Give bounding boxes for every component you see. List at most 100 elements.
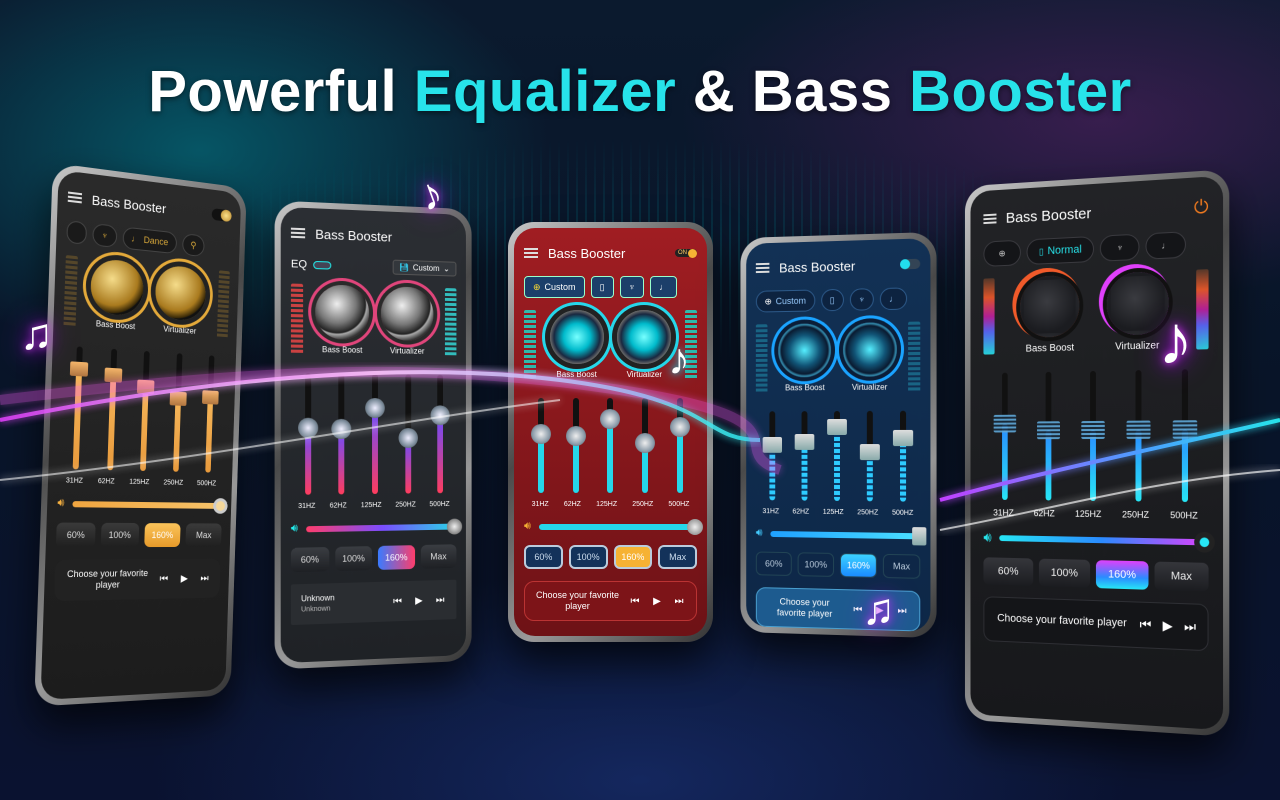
amp-button-100[interactable]: 100% <box>334 546 373 572</box>
eq-band-slider[interactable] <box>565 398 586 493</box>
eq-band-slider[interactable] <box>398 374 418 494</box>
power-toggle[interactable]: ON <box>675 249 697 258</box>
eq-band-slider[interactable] <box>331 373 352 495</box>
volume-thumb[interactable] <box>446 518 463 535</box>
slider-thumb[interactable] <box>1081 420 1105 439</box>
slider-track[interactable] <box>1081 370 1105 502</box>
eq-band-slider[interactable] <box>430 374 450 494</box>
slider-thumb[interactable] <box>893 429 914 447</box>
amp-button-max[interactable]: Max <box>420 544 457 569</box>
slider-thumb[interactable] <box>762 437 782 454</box>
player-bar[interactable]: Choose your favorite player ⏮︎ ▶︎ ⏭︎ <box>983 596 1209 652</box>
slider-track[interactable] <box>1172 369 1198 503</box>
preset-add[interactable]: ⊕ <box>983 239 1021 267</box>
power-icon[interactable]: ⏻ <box>1194 196 1209 218</box>
eq-band-slider[interactable] <box>135 350 156 472</box>
volume-thumb[interactable] <box>212 497 228 514</box>
eq-band-slider[interactable] <box>531 398 552 493</box>
preset-harp[interactable]: ♆ <box>849 288 875 311</box>
slider-thumb[interactable] <box>297 417 319 439</box>
slider-track[interactable] <box>893 410 914 502</box>
volume-thumb[interactable] <box>1194 531 1215 553</box>
previous-icon[interactable]: ⏮︎ <box>1138 617 1152 634</box>
amp-button-160[interactable]: 160% <box>377 545 415 570</box>
slider-track[interactable] <box>600 398 621 493</box>
preset-speaker[interactable]: ▯ <box>590 276 614 298</box>
volume-slider[interactable] <box>770 526 927 546</box>
bass-boost-knob[interactable] <box>1020 274 1080 339</box>
eq-band-slider[interactable] <box>635 398 656 493</box>
preset-dance[interactable]: ♩ Dance <box>122 226 177 255</box>
amp-button-60[interactable]: 60% <box>983 557 1034 587</box>
menu-icon[interactable] <box>983 213 997 225</box>
eq-toggle[interactable] <box>313 260 332 270</box>
virtualizer-knob[interactable] <box>617 310 672 364</box>
player-bar[interactable]: Choose your favorite player ⏮︎ ▶︎ ⏭︎ <box>54 558 221 602</box>
slider-track[interactable] <box>201 355 219 473</box>
slider-thumb[interactable] <box>1126 420 1151 439</box>
slider-thumb[interactable] <box>1172 419 1198 439</box>
slider-track[interactable] <box>531 398 552 493</box>
amp-button-max[interactable]: Max <box>882 553 921 579</box>
bass-boost-knob[interactable] <box>549 310 604 364</box>
eq-band-slider[interactable] <box>101 348 123 471</box>
eq-band-slider[interactable] <box>762 411 782 501</box>
eq-band-slider[interactable] <box>860 410 881 502</box>
eq-band-slider[interactable] <box>1126 370 1151 502</box>
volume-thumb[interactable] <box>912 526 927 546</box>
slider-track[interactable] <box>137 350 155 472</box>
eq-band-slider[interactable] <box>1081 370 1105 502</box>
eq-band-slider[interactable] <box>365 373 385 495</box>
player-bar[interactable]: Unknown Unknown ⏮︎ ▶︎ ⏭︎ <box>290 579 457 626</box>
slider-thumb[interactable] <box>70 360 89 377</box>
eq-band-slider[interactable] <box>893 410 914 502</box>
previous-icon[interactable]: ⏮︎ <box>391 596 405 607</box>
slider-thumb[interactable] <box>104 367 123 384</box>
slider-track[interactable] <box>635 398 656 493</box>
slider-track[interactable] <box>365 373 385 495</box>
eq-band-slider[interactable] <box>199 355 219 473</box>
bass-boost-knob[interactable] <box>778 323 832 378</box>
eq-band-slider[interactable] <box>1037 371 1061 501</box>
slider-thumb[interactable] <box>137 379 155 395</box>
preset-microphone[interactable]: ⚲ <box>181 233 206 258</box>
virtualizer-knob[interactable] <box>842 321 897 377</box>
slider-track[interactable] <box>297 373 319 495</box>
previous-icon[interactable]: ⏮︎ <box>628 596 642 607</box>
amp-button-100[interactable]: 100% <box>797 552 835 577</box>
preset-guitar[interactable]: ♩ <box>650 276 678 298</box>
player-bar[interactable]: Choose your favorite player ⏮︎ ▶︎ ⏭︎ <box>524 581 697 621</box>
slider-track[interactable] <box>762 411 782 501</box>
preset-guitar[interactable]: ♩ <box>880 287 908 311</box>
slider-thumb[interactable] <box>993 414 1017 433</box>
slider-track[interactable] <box>331 373 352 495</box>
play-icon[interactable]: ▶︎ <box>1161 618 1175 635</box>
slider-thumb[interactable] <box>635 432 656 453</box>
slider-thumb[interactable] <box>600 408 621 429</box>
slider-track[interactable] <box>104 348 123 471</box>
slider-track[interactable] <box>993 372 1017 501</box>
amp-button-60[interactable]: 60% <box>55 522 96 548</box>
preset-dropdown[interactable]: 💾︎ Custom ⌄ <box>392 259 457 277</box>
amp-button-max[interactable]: Max <box>185 523 222 547</box>
slider-thumb[interactable] <box>794 433 815 450</box>
amp-button-max[interactable]: Max <box>1154 561 1209 592</box>
slider-track[interactable] <box>827 410 847 502</box>
play-icon[interactable]: ▶︎ <box>650 596 664 607</box>
slider-thumb[interactable] <box>1037 420 1061 439</box>
menu-icon[interactable] <box>290 227 306 239</box>
slider-track[interactable] <box>565 398 586 493</box>
slider-thumb[interactable] <box>565 426 586 446</box>
preset-harp[interactable]: ♆ <box>619 276 645 298</box>
preset-harp[interactable]: ♆ <box>1100 233 1140 262</box>
volume-thumb[interactable] <box>687 518 703 535</box>
amp-button-max[interactable]: Max <box>658 545 697 569</box>
next-icon[interactable]: ⏭︎ <box>895 605 909 616</box>
amp-button-100[interactable]: 100% <box>568 545 608 569</box>
play-icon[interactable]: ▶︎ <box>873 604 887 616</box>
amp-button-100[interactable]: 100% <box>1038 558 1091 588</box>
bass-boost-knob[interactable] <box>315 284 370 340</box>
slider-track[interactable] <box>398 374 418 494</box>
menu-icon[interactable] <box>755 262 770 274</box>
slider-thumb[interactable] <box>331 419 352 440</box>
